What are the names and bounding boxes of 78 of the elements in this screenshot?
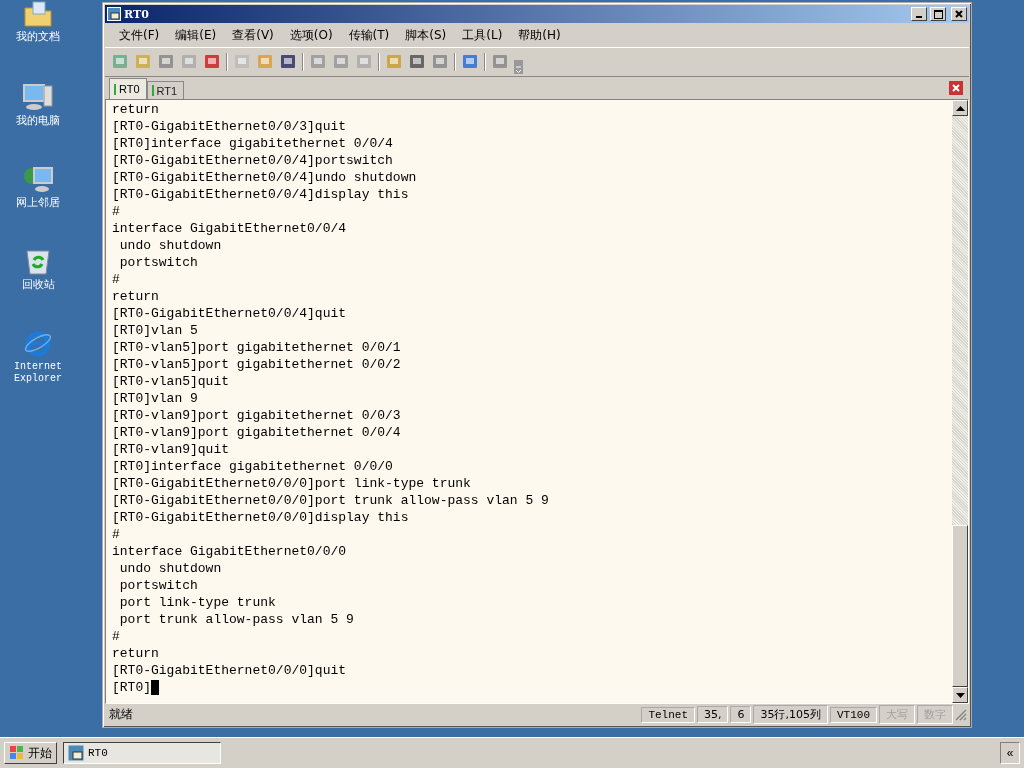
- menu-item[interactable]: 编辑(E): [169, 26, 223, 44]
- terminal-line: [RT0-GigabitEthernet0/0/0]port link-type trunk: [112, 475, 471, 492]
- desktop-icon-label[interactable]: Internet Explorer: [3, 361, 73, 385]
- terminal-line: [RT0-vlan5]port gigabitethernet 0/0/2: [112, 356, 401, 373]
- scroll-up-icon[interactable]: [955, 105, 965, 111]
- menu-item[interactable]: 选项(O): [283, 26, 339, 44]
- terminal-line: [RT0-GigabitEthernet0/0/0]quit: [112, 662, 347, 679]
- terminal-line: [RT0]interface gigabitethernet 0/0/0: [112, 458, 393, 475]
- terminal-line: [RT0-vlan9]quit: [112, 441, 230, 458]
- computer-icon[interactable]: [22, 82, 54, 112]
- resize-grip-icon[interactable]: [955, 708, 967, 721]
- terminal-line: port link-type trunk: [118, 594, 276, 611]
- terminal-line: [RT0-GigabitEthernet0/0/0]port trunk allow-pass vlan 5 9: [112, 492, 549, 509]
- minimize-button[interactable]: [911, 7, 927, 21]
- vertical-scrollbar[interactable]: [952, 100, 968, 703]
- terminal-line: [RT0]interface gigabitethernet 0/0/4: [112, 135, 393, 152]
- maximize-button[interactable]: [930, 7, 946, 21]
- terminal-line: return: [112, 288, 159, 305]
- status-pane: Telnet: [641, 706, 695, 723]
- terminal-line: interface GigabitEthernet0/0/4: [112, 220, 347, 237]
- terminal-line: [RT0-GigabitEthernet0/0/4]undo shutdown: [112, 169, 417, 186]
- status-pane: 35行,105列: [753, 705, 828, 724]
- terminal-line: [RT0-vlan9]port gigabitethernet 0/0/3: [112, 407, 401, 424]
- menu-item[interactable]: 工具(L): [456, 26, 509, 44]
- status-pane: VT100: [830, 706, 877, 723]
- terminal-line: #: [112, 203, 120, 220]
- session-tab[interactable]: RT0: [109, 78, 147, 99]
- desktop-icon-label[interactable]: 回收站: [3, 279, 73, 291]
- text-cursor: [151, 680, 159, 695]
- desktop-icon-label[interactable]: 我的文档: [3, 31, 73, 43]
- terminal-line: [RT0-GigabitEthernet0/0/4]display this: [112, 186, 409, 203]
- status-message: 就绪: [108, 706, 133, 723]
- maximize-icon: [933, 9, 943, 19]
- close-tab-icon[interactable]: [949, 81, 963, 95]
- desktop-icon-label[interactable]: 我的电脑: [3, 115, 73, 127]
- scroll-down-icon[interactable]: [955, 692, 965, 698]
- close-icon: [955, 10, 963, 18]
- terminal-line: #: [112, 526, 120, 543]
- terminal-line: [RT0-vlan9]port gigabitethernet 0/0/4: [112, 424, 401, 441]
- app-icon: [68, 745, 84, 761]
- start-button[interactable]: 开始: [4, 742, 57, 764]
- menu-item[interactable]: 文件(F): [113, 26, 166, 44]
- terminal-line: [RT0-GigabitEthernet0/0/0]display this: [112, 509, 409, 526]
- terminal-line: [RT0-GigabitEthernet0/0/4]quit: [112, 305, 347, 322]
- terminal-line: return: [112, 645, 159, 662]
- show-hidden-icons-button[interactable]: «: [1000, 742, 1020, 764]
- window-title: RT0: [124, 7, 149, 21]
- terminal-line: #: [112, 628, 120, 645]
- menu-item[interactable]: 查看(V): [226, 26, 280, 44]
- menu-item[interactable]: 传输(T): [342, 26, 396, 44]
- network-icon[interactable]: [22, 164, 54, 194]
- terminal-line: #: [112, 271, 120, 288]
- windows-logo-icon: [9, 745, 25, 761]
- terminal-line: [RT0]vlan 9: [112, 390, 198, 407]
- status-pane: 6: [730, 706, 752, 723]
- terminal-line: [RT0-vlan5]quit: [112, 373, 230, 390]
- overflow-icon[interactable]: [514, 60, 523, 74]
- terminal-line: undo shutdown: [118, 560, 222, 577]
- terminal-line: interface GigabitEthernet0/0/0: [112, 543, 347, 560]
- terminal-line: [RT0-vlan5]port gigabitethernet 0/0/1: [112, 339, 401, 356]
- menu-item[interactable]: 脚本(S): [399, 26, 453, 44]
- status-pane: 35,: [697, 706, 729, 723]
- terminal-line: return: [112, 101, 159, 118]
- terminal-line: [RT0-GigabitEthernet0/0/4]portswitch: [112, 152, 393, 169]
- terminal-line: [RT0]vlan 5: [112, 322, 198, 339]
- close-button[interactable]: [951, 7, 967, 21]
- terminal-line: [RT0]: [112, 679, 151, 696]
- terminal-line: [RT0-GigabitEthernet0/0/3]quit: [112, 118, 347, 135]
- session-tab[interactable]: RT1: [146, 81, 185, 99]
- terminal-line: port trunk allow-pass vlan 5 9: [118, 611, 354, 628]
- app-icon: [107, 7, 121, 21]
- terminal-line: portswitch: [118, 254, 198, 271]
- terminal-line: undo shutdown: [118, 237, 222, 254]
- desktop-icon-label[interactable]: 网上邻居: [3, 197, 73, 209]
- taskbar-button[interactable]: RT0: [63, 742, 221, 764]
- terminal-line: portswitch: [118, 577, 198, 594]
- menu-item[interactable]: 帮助(H): [512, 26, 567, 44]
- scroll-thumb[interactable]: [952, 525, 968, 687]
